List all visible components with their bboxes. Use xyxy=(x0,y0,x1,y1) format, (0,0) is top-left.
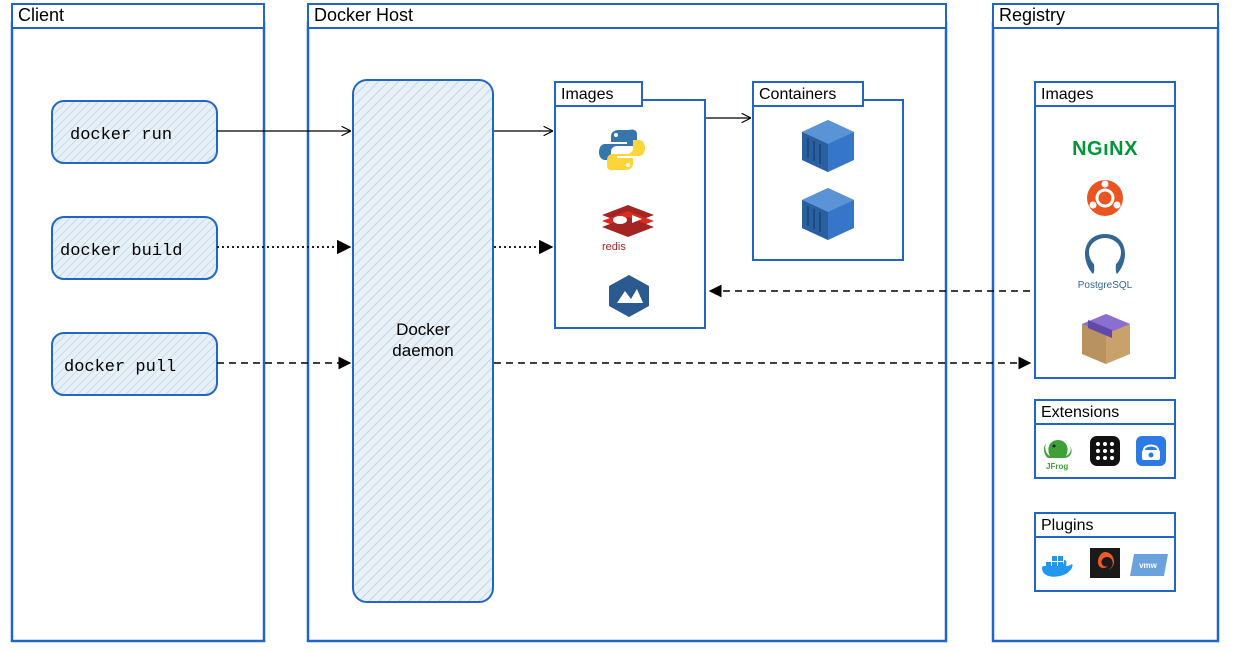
host-containers-box: Containers xyxy=(753,82,903,260)
registry-images-box: Images NGıNX PostgreSQL xyxy=(1035,82,1175,378)
jfrog-icon: JFrog xyxy=(1044,440,1072,471)
portainer-icon xyxy=(1136,436,1166,466)
registry-panel: Registry Images NGıNX PostgreSQL xyxy=(993,4,1218,641)
docker-daemon-label-1: Docker xyxy=(396,320,450,339)
host-images-title: Images xyxy=(561,86,613,103)
vmware-icon: vmw xyxy=(1130,554,1168,576)
redis-icon: redis xyxy=(602,205,654,253)
client-title: Client xyxy=(18,5,64,25)
host-images-box: Images redis xyxy=(555,82,705,328)
docker-pull-command: docker pull xyxy=(52,333,217,395)
registry-title: Registry xyxy=(999,5,1065,25)
host-containers-title: Containers xyxy=(759,86,836,103)
python-icon xyxy=(599,130,645,171)
registry-images-title: Images xyxy=(1041,86,1093,103)
client-panel: Client docker run docker build docker pu… xyxy=(12,4,264,641)
registry-plugins-box: Plugins vmw xyxy=(1035,513,1175,591)
docker-daemon-label-2: daemon xyxy=(392,341,453,360)
alpine-icon xyxy=(609,275,649,317)
grafana-icon xyxy=(1090,548,1120,578)
docker-host-title: Docker Host xyxy=(314,5,413,25)
svg-text:PostgreSQL: PostgreSQL xyxy=(1078,280,1133,291)
docker-pull-label: docker pull xyxy=(64,358,176,377)
docker-build-label: docker build xyxy=(60,242,182,261)
svg-text:redis: redis xyxy=(602,241,626,253)
container-icon xyxy=(802,120,854,172)
app-grid-icon xyxy=(1090,436,1120,466)
svg-text:vmw: vmw xyxy=(1139,561,1158,570)
registry-extensions-title: Extensions xyxy=(1041,404,1119,421)
docker-run-label: docker run xyxy=(70,126,172,145)
registry-extensions-box: Extensions JFrog xyxy=(1035,400,1175,478)
docker-build-command: docker build xyxy=(52,217,217,279)
nginx-icon: NGıNX xyxy=(1072,138,1138,160)
package-icon xyxy=(1082,314,1130,364)
container-icon xyxy=(802,188,854,240)
registry-plugins-title: Plugins xyxy=(1041,517,1093,534)
docker-host-panel: Docker Host Docker daemon Images xyxy=(308,4,946,641)
docker-plugin-icon xyxy=(1042,556,1073,577)
postgresql-icon: PostgreSQL xyxy=(1078,234,1133,291)
ubuntu-icon xyxy=(1087,180,1123,216)
svg-text:JFrog: JFrog xyxy=(1046,462,1068,471)
docker-run-command: docker run xyxy=(52,101,217,163)
docker-daemon: Docker daemon xyxy=(353,80,493,602)
